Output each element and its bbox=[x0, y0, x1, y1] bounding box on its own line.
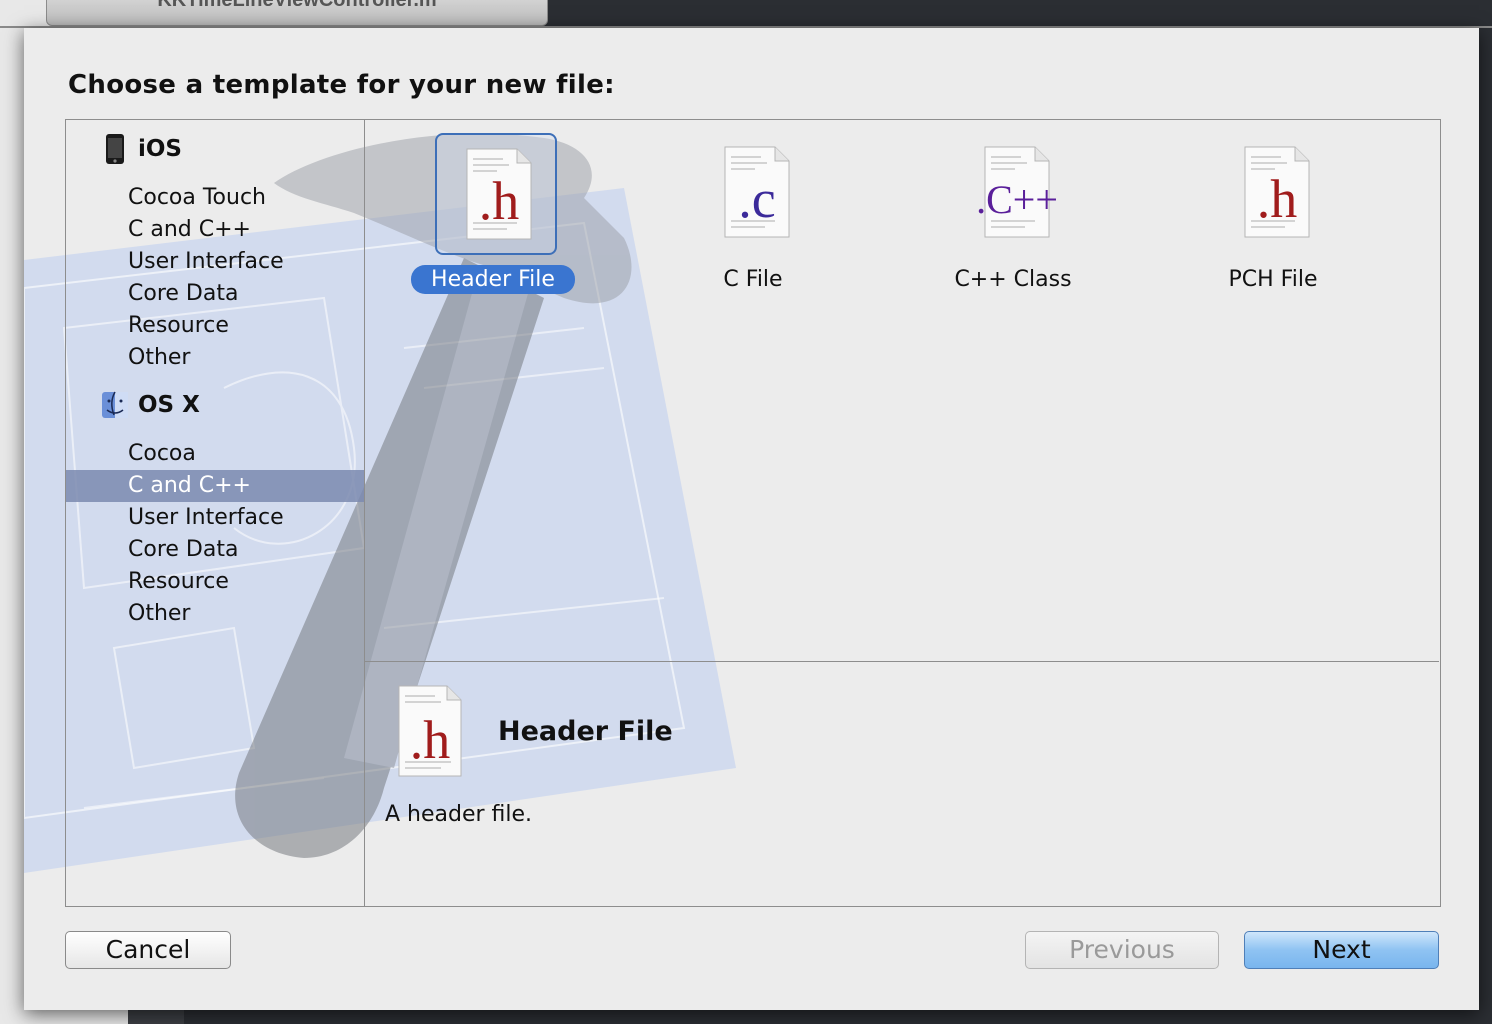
template-header-file[interactable]: .h Header File bbox=[393, 120, 593, 300]
detail-description: A header file. bbox=[385, 802, 533, 827]
background-tab[interactable]: KKTimeLineViewController.m bbox=[46, 0, 548, 26]
c-file-icon: .c bbox=[695, 133, 817, 255]
template-glyph: .c bbox=[738, 169, 775, 229]
header-file-icon: .h bbox=[435, 133, 557, 255]
cancel-button[interactable]: Cancel bbox=[65, 931, 231, 969]
template-label: PCH File bbox=[1228, 267, 1318, 292]
sidebar-group-ios: iOS bbox=[98, 132, 182, 166]
sidebar-group-label: OS X bbox=[138, 392, 200, 418]
pch-file-icon: .h bbox=[1215, 133, 1337, 255]
template-glyph: .h bbox=[479, 171, 520, 231]
dialog-title: Choose a template for your new file: bbox=[68, 70, 615, 100]
sidebar-item-ios-user-interface[interactable]: User Interface bbox=[66, 246, 364, 278]
sidebar-group-label: iOS bbox=[138, 136, 183, 162]
sidebar-item-ios-core-data[interactable]: Core Data bbox=[66, 278, 364, 310]
sidebar-item-osx-other[interactable]: Other bbox=[66, 598, 364, 630]
template-label: C File bbox=[723, 267, 783, 292]
cpp-class-icon: .C++ bbox=[955, 133, 1077, 255]
next-button[interactable]: Next bbox=[1244, 931, 1439, 969]
sidebar-item-osx-c-and-cpp[interactable]: C and C++ bbox=[66, 470, 364, 502]
sidebar-item-osx-cocoa[interactable]: Cocoa bbox=[66, 438, 364, 470]
template-glyph: .h bbox=[1257, 169, 1298, 229]
sidebar-item-osx-user-interface[interactable]: User Interface bbox=[66, 502, 364, 534]
template-chooser: iOS Cocoa Touch C and C++ User Interface… bbox=[65, 119, 1441, 907]
iphone-icon bbox=[98, 133, 132, 165]
template-label: C++ Class bbox=[954, 267, 1072, 292]
detail-header-file-icon: .h bbox=[398, 685, 462, 777]
sidebar-item-ios-other[interactable]: Other bbox=[66, 342, 364, 374]
background-tab-title: KKTimeLineViewController.m bbox=[157, 0, 437, 11]
sidebar-item-ios-cocoa-touch[interactable]: Cocoa Touch bbox=[66, 182, 364, 214]
template-grid: .h Header File .c C File .C++ C++ Class … bbox=[365, 120, 1439, 662]
category-sidebar: iOS Cocoa Touch C and C++ User Interface… bbox=[66, 120, 365, 906]
new-file-sheet: Choose a template for your new file: iOS… bbox=[24, 28, 1479, 1010]
template-glyph: .C++ bbox=[976, 177, 1058, 222]
sidebar-item-ios-c-and-cpp[interactable]: C and C++ bbox=[66, 214, 364, 246]
finder-icon bbox=[98, 389, 132, 421]
sidebar-item-ios-resource[interactable]: Resource bbox=[66, 310, 364, 342]
template-c-file[interactable]: .c C File bbox=[653, 120, 853, 300]
previous-button[interactable]: Previous bbox=[1025, 931, 1219, 969]
template-pch-file[interactable]: .h PCH File bbox=[1173, 120, 1373, 300]
template-cpp-class[interactable]: .C++ C++ Class bbox=[913, 120, 1113, 300]
sidebar-item-osx-core-data[interactable]: Core Data bbox=[66, 534, 364, 566]
sidebar-item-osx-resource[interactable]: Resource bbox=[66, 566, 364, 598]
sidebar-group-osx: OS X bbox=[98, 388, 200, 422]
template-detail-pane: .h Header File A header file. bbox=[365, 662, 1439, 906]
detail-title: Header File bbox=[498, 716, 673, 747]
detail-glyph: .h bbox=[410, 710, 451, 770]
template-label: Header File bbox=[411, 265, 575, 294]
